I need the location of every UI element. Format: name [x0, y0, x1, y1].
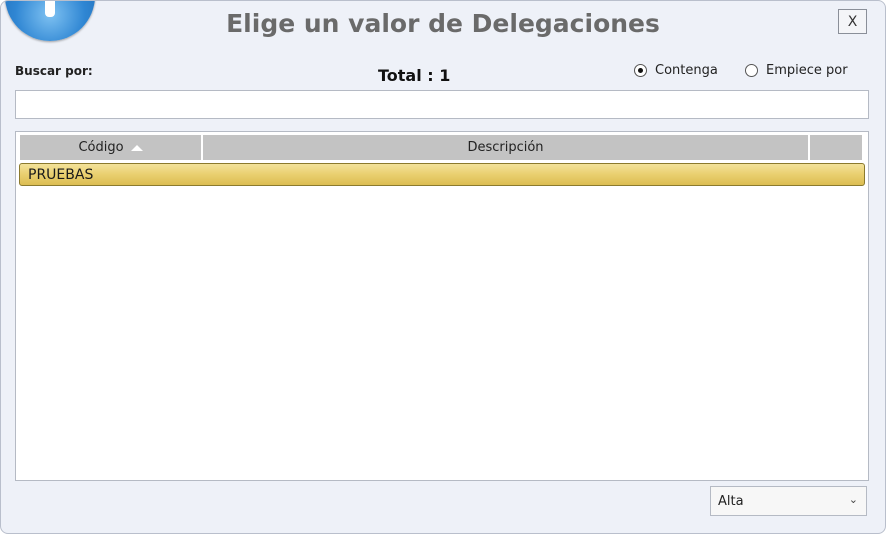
- status-select-value: Alta: [718, 493, 744, 509]
- total-count: Total : 1: [378, 66, 451, 85]
- dialog-window: Elige un valor de Delegaciones X Buscar …: [0, 0, 886, 534]
- radio-empiece-por-label: Empiece por: [766, 63, 848, 78]
- sort-ascending-icon: [130, 144, 143, 151]
- column-header-descripcion-label: Descripción: [467, 140, 544, 155]
- column-header-codigo[interactable]: Código: [20, 135, 203, 160]
- radio-contenga[interactable]: Contenga: [634, 63, 718, 78]
- results-grid: Código Descripción PRUEBAS: [15, 131, 869, 481]
- table-row[interactable]: PRUEBAS: [19, 163, 865, 186]
- radio-empiece-por[interactable]: Empiece por: [745, 63, 848, 78]
- chevron-down-icon[interactable]: ⌄: [849, 493, 858, 506]
- column-header-descripcion[interactable]: Descripción: [203, 135, 810, 160]
- dialog-title: Elige un valor de Delegaciones: [226, 9, 660, 38]
- search-label: Buscar por:: [15, 64, 93, 78]
- radio-contenga-label: Contenga: [655, 63, 718, 78]
- search-input[interactable]: [15, 90, 869, 119]
- grid-header: Código Descripción: [20, 135, 862, 160]
- radio-empiece-por-button[interactable]: [745, 64, 758, 77]
- status-select[interactable]: Alta ⌄: [710, 486, 867, 516]
- column-header-extra: [810, 135, 862, 160]
- column-header-codigo-label: Código: [78, 140, 124, 155]
- close-button[interactable]: X: [838, 9, 867, 34]
- radio-contenga-button[interactable]: [634, 64, 647, 77]
- cell-codigo: PRUEBAS: [28, 166, 94, 183]
